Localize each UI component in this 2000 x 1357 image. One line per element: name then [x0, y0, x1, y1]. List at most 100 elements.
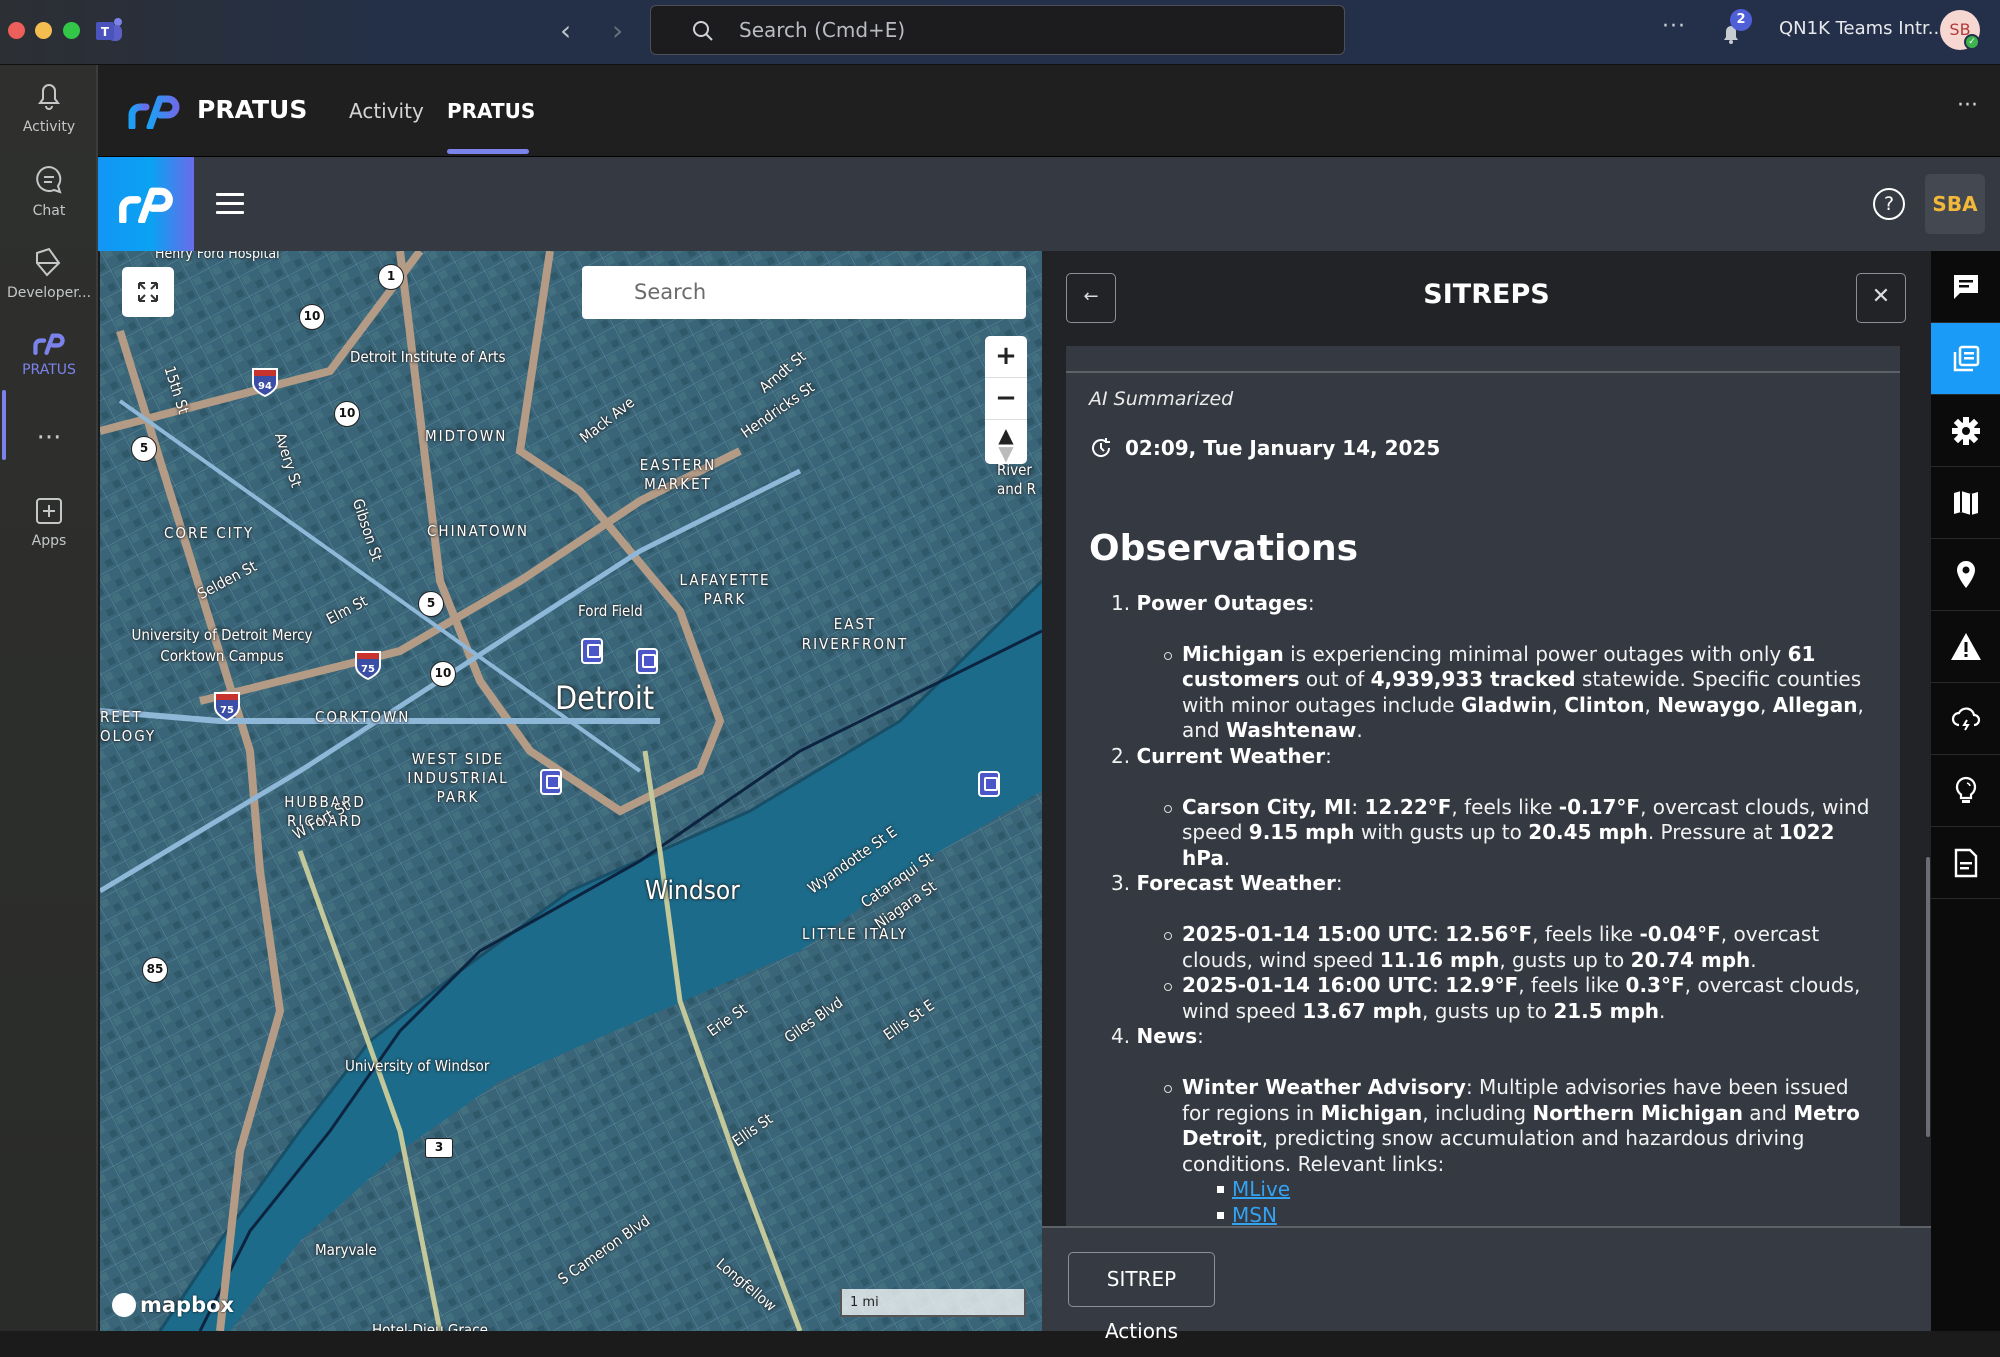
map-view[interactable]: Henry Ford Hospital Detroit Institute of… [100, 251, 1042, 1331]
transit-station-icon[interactable] [636, 648, 658, 674]
mapbox-attribution[interactable]: mapbox [112, 1293, 234, 1317]
route-shield: 5 [131, 436, 157, 462]
bold-text: 12.56°F [1445, 921, 1533, 946]
news-link-msn[interactable]: MSN [1232, 1203, 1277, 1226]
notification-count-badge: 2 [1730, 9, 1752, 31]
bold-text: Clinton [1564, 692, 1645, 717]
bold-text: 4,939,933 tracked [1370, 667, 1576, 692]
back-nav-button[interactable]: ‹ [560, 14, 571, 48]
sidebar-item-weather[interactable] [1931, 683, 2000, 755]
sidebar-item-messages[interactable] [1931, 251, 2000, 323]
map-scale-bar: 1 mi [840, 1289, 1026, 1317]
map-label-city: Detroit [555, 679, 655, 717]
bold-text: 20.74 mph [1630, 947, 1751, 972]
active-tab-indicator [447, 149, 529, 154]
more-options-button[interactable]: ··· [1662, 14, 1686, 39]
pratus-home-logo[interactable] [98, 157, 194, 251]
timestamp-text: 02:09, Tue January 14, 2025 [1125, 436, 1441, 460]
bold-text: Allegan [1772, 692, 1858, 717]
teams-search-input[interactable]: Search (Cmd+E) [650, 5, 1345, 55]
transit-station-icon[interactable] [540, 769, 562, 795]
text: , [1551, 692, 1565, 717]
rail-item-chat[interactable]: Chat [0, 163, 98, 219]
rail-label: Apps [31, 533, 67, 549]
add-apps-icon [36, 498, 62, 524]
rail-label: Activity [22, 119, 76, 135]
text: : [1351, 794, 1365, 819]
news-link-mlive[interactable]: MLive [1232, 1177, 1290, 1201]
section-number: 3. [1111, 871, 1137, 896]
rail-item-activity[interactable]: Activity [0, 79, 98, 135]
zoom-out-button[interactable]: − [985, 378, 1027, 420]
text: , including [1422, 1100, 1533, 1125]
text: , [1644, 692, 1658, 717]
sidebar-item-settings[interactable] [1931, 395, 2000, 467]
rail-item-more[interactable]: ··· [0, 423, 98, 453]
observations-list: 1. Power Outages: Michigan is experiencin… [1111, 591, 1871, 1226]
text: . Pressure at [1647, 820, 1779, 845]
observation-item: Winter Weather Advisory: Multiple adviso… [1164, 1075, 1871, 1177]
sidebar-item-sitreps[interactable] [1931, 323, 2000, 395]
sitrep-actions-button[interactable]: SITREP Actions [1068, 1252, 1215, 1343]
tab-activity[interactable]: Activity [349, 99, 424, 123]
sidebar-item-reports[interactable] [1931, 827, 2000, 899]
tab-pratus[interactable]: PRATUS [447, 99, 535, 123]
rail-item-apps[interactable]: Apps [0, 495, 98, 549]
help-icon[interactable]: ? [1873, 188, 1905, 220]
svg-text:75: 75 [361, 664, 375, 675]
close-panel-button[interactable]: ✕ [1856, 273, 1906, 323]
transit-station-icon[interactable] [581, 638, 603, 664]
map-icon [1953, 490, 1978, 515]
user-badge-button[interactable]: SBA [1925, 174, 1985, 234]
app-more-button[interactable]: ··· [1957, 93, 1978, 118]
warning-icon [1950, 632, 1981, 660]
route-shield: 85 [142, 957, 168, 983]
bold-text: -0.17°F [1558, 794, 1641, 819]
transit-station-icon[interactable] [978, 771, 1000, 797]
panel-scrollbar[interactable] [1926, 857, 1930, 1137]
section-colon: : [1325, 743, 1332, 768]
map-search-input[interactable]: Search [582, 266, 1026, 319]
chat-icon [36, 165, 62, 194]
observation-section: 3. Forecast Weather: [1111, 871, 1871, 897]
svg-text:94: 94 [258, 381, 272, 392]
maximize-window-button[interactable] [63, 22, 80, 39]
sidebar-item-insights[interactable] [1931, 755, 2000, 827]
hamburger-menu-icon[interactable] [216, 193, 244, 215]
sidebar-item-alerts[interactable] [1931, 611, 2000, 683]
bold-text: 13.67 mph [1302, 998, 1423, 1023]
minimize-window-button[interactable] [35, 22, 52, 39]
bold-text: 0.3°F [1625, 973, 1685, 998]
text: . [1750, 947, 1757, 972]
observation-item: Carson City, MI: 12.22°F, feels like -0.… [1164, 794, 1871, 872]
section-colon: : [1307, 591, 1315, 615]
sidebar-item-locations[interactable] [1931, 539, 2000, 611]
compass-reset-button[interactable]: ▲ ▼ [985, 420, 1027, 463]
app-name: PRATUS [197, 95, 308, 124]
fullscreen-button[interactable] [122, 267, 174, 317]
route-shield: 3 [425, 1138, 453, 1158]
zoom-in-button[interactable]: + [985, 336, 1027, 378]
org-name[interactable]: QN1K Teams Intr... [1779, 18, 1945, 39]
sitrep-content[interactable]: AI Summarized 02:09, Tue January 14, 202… [1066, 346, 1900, 1226]
map-basemap[interactable] [100, 251, 1042, 1331]
section-colon: : [1197, 1024, 1204, 1049]
interstate-shield-icon: 94 [252, 368, 278, 397]
observation-item: 2025-01-14 16:00 UTC: 12.9°F, feels like… [1164, 973, 1871, 1024]
section-colon: : [1335, 871, 1343, 896]
rail-item-developer[interactable]: Developer... [0, 245, 98, 301]
route-shield: 10 [299, 304, 325, 330]
pratus-logo-icon [128, 95, 180, 129]
sidebar-item-map[interactable] [1931, 467, 2000, 539]
map-label-poi: River and R [997, 461, 1037, 498]
text: . [1356, 718, 1363, 743]
observation-item: 2025-01-14 15:00 UTC: 12.56°F, feels lik… [1164, 921, 1871, 973]
close-window-button[interactable] [8, 22, 25, 39]
text: , [1759, 692, 1773, 717]
text: . [1223, 845, 1231, 870]
forward-nav-button[interactable]: › [612, 14, 623, 48]
rail-item-pratus[interactable]: PRATUS [0, 330, 98, 378]
sitreps-panel: ← SITREPS ✕ AI Summarized 02:09, Tue Jan… [1042, 251, 1931, 1343]
map-label-poi: University of Windsor [345, 1057, 490, 1075]
sitrep-timestamp: 02:09, Tue January 14, 2025 [1089, 436, 1440, 460]
